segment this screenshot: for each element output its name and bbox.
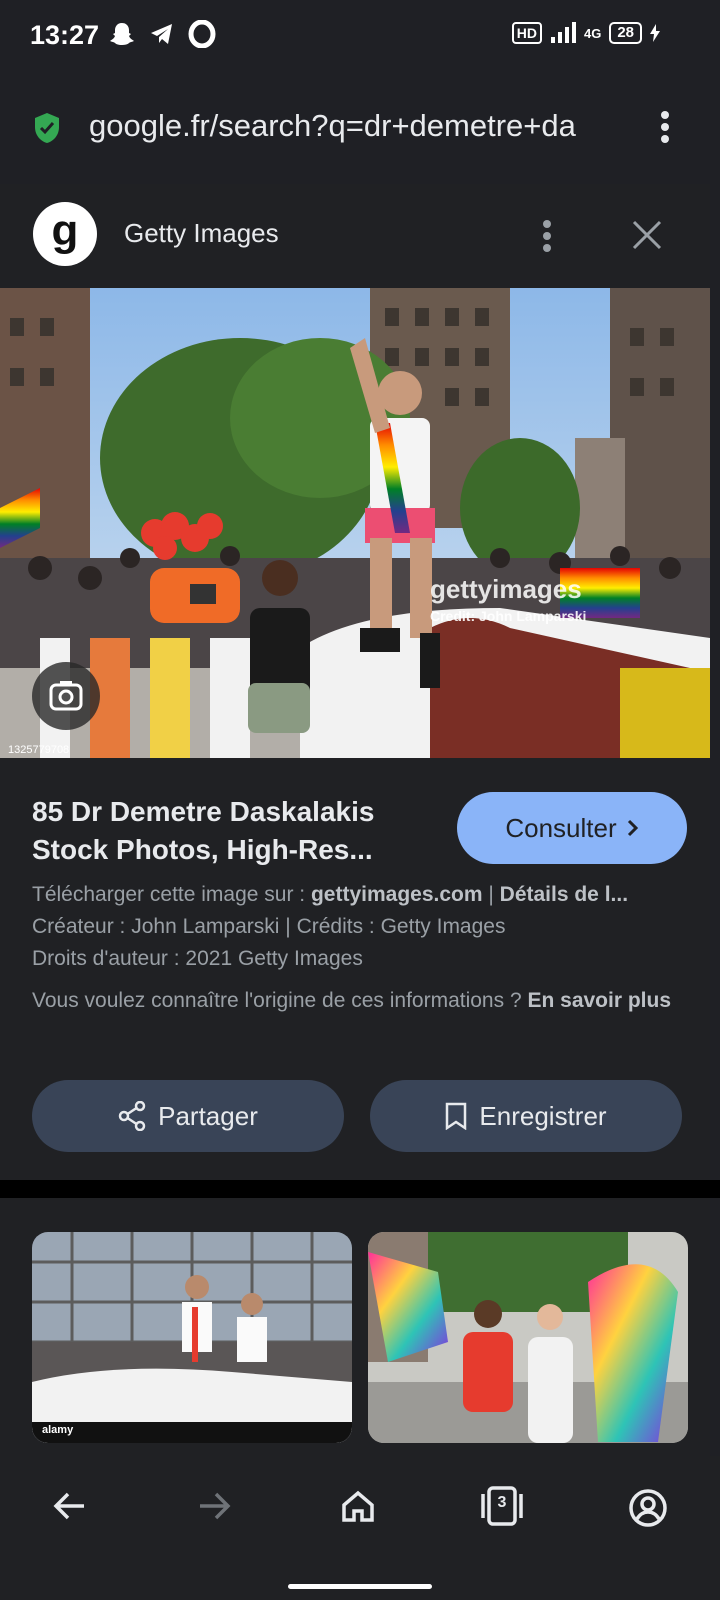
copyright-line: Droits d'auteur : 2021 Getty Images (32, 947, 363, 970)
network-label: 4G (583, 25, 602, 41)
status-time: 13:27 (30, 20, 100, 50)
source-name[interactable]: Getty Images (124, 218, 279, 249)
getty-logo-letter: g (51, 206, 79, 255)
related-photo-2 (368, 1232, 688, 1443)
tabs-button[interactable]: 3 (480, 1484, 524, 1528)
creator-line: Créateur : John Lamparski | Crédits : Ge… (32, 915, 506, 938)
telegram-icon (151, 24, 172, 44)
tab-count: 3 (497, 1494, 507, 1511)
watermark: gettyimages (430, 574, 582, 604)
image-result-sheet: g Getty Images gettyimages Credit: John … (0, 184, 710, 1180)
origin-question: Vous voulez connaître l'origine de ces i… (32, 989, 528, 1012)
download-prefix: Télécharger cette image sur : (32, 883, 311, 906)
url-text[interactable]: google.fr/search?q=dr+demetre+da (89, 108, 634, 144)
back-arrow-icon[interactable] (52, 1488, 88, 1524)
sheet-header: g Getty Images (0, 184, 710, 288)
related-thumbnail-1[interactable]: alamy (32, 1232, 352, 1443)
thumb1-brand: alamy (42, 1424, 74, 1436)
download-site-link[interactable]: gettyimages.com (311, 883, 483, 906)
related-thumbnail-2[interactable] (368, 1232, 688, 1443)
section-divider (0, 1180, 720, 1198)
share-icon (118, 1101, 146, 1131)
bookmark-icon (446, 1102, 467, 1130)
credit-overlay: Credit: John Lamparski (430, 608, 587, 624)
hero-image[interactable]: gettyimages Credit: John Lamparski (0, 288, 710, 758)
download-separator: | (482, 883, 500, 906)
consult-button[interactable]: Consulter (457, 792, 687, 864)
home-icon[interactable] (340, 1488, 376, 1524)
snapchat-icon (110, 23, 134, 45)
share-label: Partager (158, 1100, 258, 1131)
secure-shield-icon (35, 113, 59, 143)
notification-icons (108, 20, 216, 48)
browser-toolbar (0, 1456, 720, 1600)
status-right: HD 4G 28 (511, 22, 660, 44)
gesture-bar[interactable] (288, 1584, 432, 1589)
details-link[interactable]: Détails de l... (500, 883, 628, 906)
consult-label: Consulter (505, 812, 617, 843)
more-options-icon[interactable] (542, 220, 552, 252)
save-button[interactable]: Enregistrer (370, 1080, 682, 1152)
opera-icon (188, 20, 216, 48)
image-id: 1325779708 (8, 744, 70, 756)
battery-level: 28 (609, 22, 642, 44)
origin-info: Vous voulez connaître l'origine de ces i… (32, 985, 682, 1017)
hd-badge: HD (511, 22, 542, 44)
parade-photo (0, 288, 710, 758)
download-line: Télécharger cette image sur : gettyimage… (32, 879, 692, 911)
forward-arrow-icon[interactable] (196, 1488, 232, 1524)
share-button[interactable]: Partager (32, 1080, 344, 1152)
result-title[interactable]: 85 Dr Demetre Daskalakis Stock Photos, H… (32, 793, 432, 869)
browser-menu-icon[interactable] (660, 110, 670, 144)
related-photo-1 (32, 1232, 352, 1443)
lens-search-button[interactable] (32, 662, 100, 730)
learn-more-link[interactable]: En savoir plus (527, 989, 671, 1012)
signal-icon (550, 22, 576, 43)
getty-logo: g (33, 202, 97, 266)
lens-icon (49, 681, 83, 711)
chevron-right-icon (627, 819, 638, 837)
close-icon[interactable] (632, 220, 662, 250)
charging-icon (650, 24, 660, 42)
account-icon[interactable] (628, 1488, 668, 1528)
save-label: Enregistrer (479, 1100, 607, 1131)
